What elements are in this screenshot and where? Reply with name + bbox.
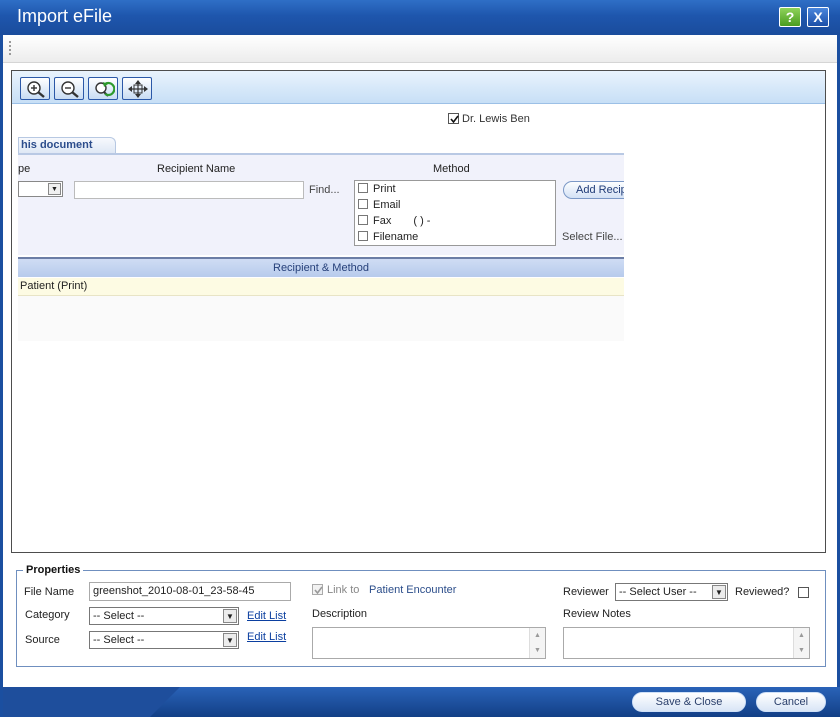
fax-number: ( ) -	[413, 215, 431, 227]
category-select[interactable]: -- Select -- ▼	[89, 607, 239, 625]
reviewed-checkbox[interactable]	[798, 587, 809, 598]
review-notes-label: Review Notes	[563, 608, 631, 620]
category-edit-list-link[interactable]: Edit List	[247, 610, 286, 622]
fit-button[interactable]	[122, 77, 152, 100]
select-file-link: Select File...	[562, 231, 623, 243]
title-bar[interactable]: Import eFile ? X	[0, 0, 840, 35]
rotate-icon	[95, 81, 115, 97]
viewer-toolbar	[12, 71, 825, 104]
source-edit-list-link[interactable]: Edit List	[247, 631, 286, 643]
reviewer-select[interactable]: -- Select User -- ▼	[615, 583, 728, 601]
file-name-field[interactable]: greenshot_2010-08-01_23-58-45	[89, 582, 291, 601]
checkbox-icon	[358, 215, 368, 225]
link-to-checkbox[interactable]: Link to	[312, 584, 359, 596]
source-label: Source	[25, 634, 60, 646]
top-toolbar-strip	[3, 35, 837, 63]
zoom-in-icon	[27, 81, 45, 98]
category-label: Category	[25, 609, 70, 621]
checkbox-icon	[358, 231, 368, 241]
fit-icon	[128, 80, 148, 98]
scroll-down-icon: ▼	[798, 647, 805, 654]
doc-recipient-panel: pe Recipient Name Method ▼ Find... Print…	[18, 155, 624, 255]
col-type-header: pe	[18, 163, 31, 175]
chevron-down-icon: ▼	[48, 183, 61, 195]
reviewed-label: Reviewed?	[735, 586, 790, 598]
chevron-down-icon: ▼	[712, 585, 726, 599]
scroll-down-icon: ▼	[534, 647, 541, 654]
col-method-header: Method	[433, 163, 470, 175]
type-select: ▼	[18, 181, 63, 197]
reviewer-label: Reviewer	[563, 586, 609, 598]
table-row: Patient (Print)	[18, 278, 624, 296]
chevron-down-icon: ▼	[223, 609, 237, 623]
zoom-in-button[interactable]	[20, 77, 50, 100]
description-label: Description	[312, 608, 368, 620]
document-preview: Dr. Lewis Ben his document pe Recipient …	[18, 109, 624, 341]
checkbox-icon	[358, 183, 368, 193]
checkbox-icon	[358, 199, 368, 209]
save-close-button[interactable]: Save & Close	[632, 692, 746, 712]
rotate-button[interactable]	[88, 77, 118, 100]
scrollbar[interactable]: ▲ ▼	[793, 628, 809, 658]
doc-checkbox-label: Dr. Lewis Ben	[462, 113, 530, 125]
doc-checkbox-row: Dr. Lewis Ben	[448, 113, 530, 127]
scroll-up-icon: ▲	[798, 632, 805, 639]
document-viewer: Dr. Lewis Ben his document pe Recipient …	[11, 70, 826, 553]
checkbox-checked-icon	[312, 584, 323, 595]
cancel-button[interactable]: Cancel	[756, 692, 826, 712]
close-button[interactable]: X	[807, 7, 829, 27]
source-select[interactable]: -- Select -- ▼	[89, 631, 239, 649]
window-title: Import eFile	[17, 6, 113, 26]
properties-panel: Properties File Name greenshot_2010-08-0…	[16, 564, 826, 667]
method-email: Email	[358, 199, 401, 213]
scroll-up-icon: ▲	[534, 632, 541, 639]
method-fax: Fax( ) -	[358, 215, 430, 229]
checkbox-checked-icon	[448, 113, 459, 124]
chevron-down-icon: ▼	[223, 633, 237, 647]
footer-spacer	[3, 675, 837, 687]
scrollbar[interactable]: ▲ ▼	[529, 628, 545, 658]
method-filename: Filename	[358, 231, 418, 245]
file-name-label: File Name	[24, 586, 75, 598]
properties-legend: Properties	[23, 564, 84, 576]
review-notes-field[interactable]: ▲ ▼	[563, 627, 810, 659]
patient-encounter-link[interactable]: Patient Encounter	[369, 584, 456, 596]
recipient-method-header: Recipient & Method	[18, 257, 624, 277]
find-link: Find...	[309, 184, 340, 196]
method-print: Print	[358, 183, 396, 197]
description-field[interactable]: ▲ ▼	[312, 627, 546, 659]
add-recipient-button: Add Recip	[563, 181, 624, 199]
help-button[interactable]: ?	[779, 7, 801, 27]
table-empty-area	[18, 296, 624, 341]
recipient-name-field	[74, 181, 304, 199]
zoom-out-button[interactable]	[54, 77, 84, 100]
grip-handle	[9, 41, 11, 55]
method-list: Print Email Fax( ) - Filename	[354, 180, 556, 246]
doc-tab: his document	[18, 137, 116, 153]
zoom-out-icon	[61, 81, 79, 98]
col-recipient-header: Recipient Name	[157, 163, 236, 175]
